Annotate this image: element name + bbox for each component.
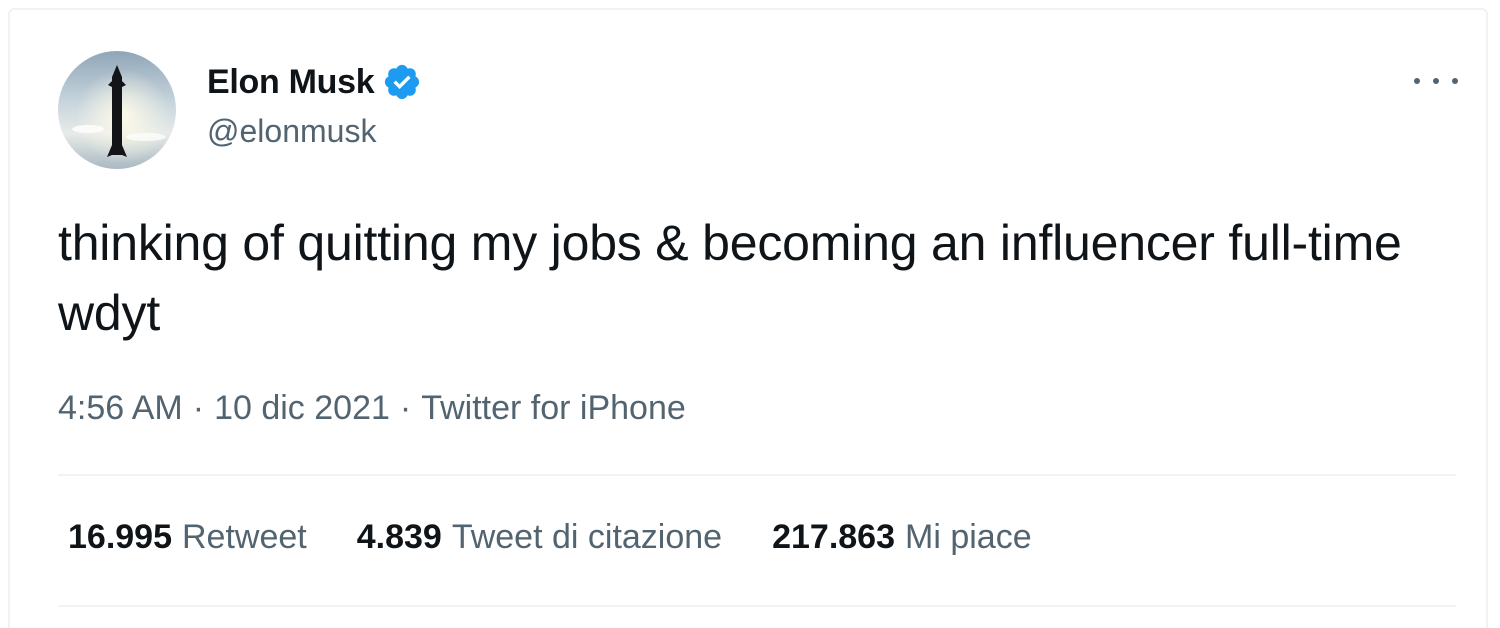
- author-handle[interactable]: @elonmusk: [207, 113, 376, 150]
- author-name-row[interactable]: Elon Musk: [207, 60, 422, 104]
- likes-count: 217.863: [772, 518, 895, 556]
- likes-stat[interactable]: 217.863 Mi piace: [772, 518, 1032, 557]
- avatar[interactable]: [58, 51, 176, 169]
- more-dot: [1433, 78, 1439, 84]
- retweets-label: Retweet: [182, 518, 307, 556]
- retweets-stat[interactable]: 16.995 Retweet: [68, 518, 307, 557]
- meta-separator: ·: [192, 389, 205, 427]
- tweet-stats: 16.995 Retweet 4.839 Tweet di citazione …: [68, 518, 1082, 557]
- likes-label: Mi piace: [905, 518, 1032, 556]
- tweet-text: thinking of quitting my jobs & becoming …: [58, 215, 1402, 341]
- tweet-meta: 4:56 AM · 10 dic 2021 · Twitter for iPho…: [58, 389, 686, 428]
- meta-separator: ·: [399, 389, 412, 427]
- retweets-count: 16.995: [68, 518, 172, 556]
- more-options-icon[interactable]: [1414, 66, 1458, 96]
- tweet-date[interactable]: 10 dic 2021: [214, 389, 390, 428]
- divider: [58, 605, 1456, 607]
- tweet-time[interactable]: 4:56 AM: [58, 389, 183, 428]
- starship-avatar-icon: [58, 51, 176, 169]
- tweet-card: Elon Musk @elonmusk thinking of quitting…: [8, 8, 1488, 628]
- author-name[interactable]: Elon Musk: [207, 63, 375, 102]
- quotes-stat[interactable]: 4.839 Tweet di citazione: [357, 518, 722, 557]
- more-dot: [1452, 78, 1458, 84]
- quotes-label: Tweet di citazione: [451, 518, 723, 556]
- quotes-count: 4.839: [356, 518, 442, 556]
- divider: [58, 474, 1456, 476]
- verified-badge-icon: [382, 62, 422, 102]
- more-dot: [1414, 78, 1420, 84]
- tweet-source[interactable]: Twitter for iPhone: [421, 389, 686, 428]
